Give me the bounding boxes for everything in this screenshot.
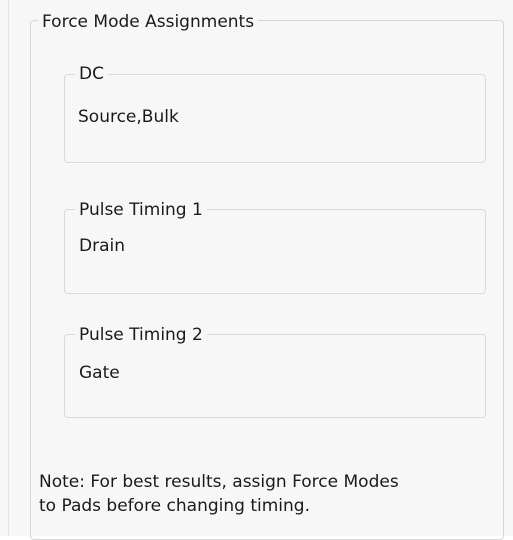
pulse-timing-1-assignment-value: Drain <box>79 236 125 256</box>
timing-note-line-1: Note: For best results, assign Force Mod… <box>39 472 399 492</box>
pulse-timing-1-label: Pulse Timing 1 <box>75 200 207 220</box>
force-mode-panel: Force Mode Assignments DC Source,Bulk Pu… <box>0 0 513 540</box>
panel-divider <box>8 0 9 536</box>
timing-note: Note: For best results, assign Force Mod… <box>39 470 499 518</box>
pulse-timing-2-assignment-value: Gate <box>79 363 120 383</box>
timing-note-line-2: to Pads before changing timing. <box>39 496 310 516</box>
pulse-timing-2-label: Pulse Timing 2 <box>75 325 207 345</box>
dc-assignment-value: Source,Bulk <box>78 107 179 127</box>
pulse-timing-1-group <box>64 209 486 294</box>
pulse-timing-2-group <box>64 334 486 418</box>
dc-group-label: DC <box>75 64 108 84</box>
force-mode-assignments-title: Force Mode Assignments <box>38 12 259 32</box>
